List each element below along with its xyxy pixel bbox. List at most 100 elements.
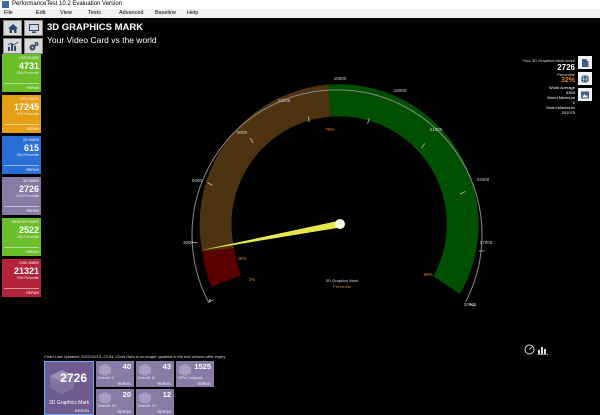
tile-name: DirectX 9 (98, 376, 114, 380)
monitor-icon (28, 23, 39, 33)
tile-name: 3D Graphics Mark (49, 400, 90, 406)
score-stats: Your 3D Graphics Mark score 2726 Percent… (490, 58, 575, 115)
percentile-value: 32% (560, 77, 575, 84)
tile-directx11[interactable]: 43 DirectX 11 RERUN (136, 361, 174, 387)
gauge-band-red (202, 248, 242, 287)
gauge-tick-label: 9000 (237, 130, 248, 135)
cube-icon (139, 364, 151, 376)
rerun-button[interactable]: RERUN (26, 291, 39, 295)
tile-value: 12 (162, 390, 171, 399)
gauge-band-green (328, 84, 479, 294)
rerun-button[interactable]: RERUN (26, 127, 39, 131)
bar-chart-icon (537, 347, 548, 355)
menu-file[interactable]: File (4, 9, 13, 18)
document-icon (582, 58, 589, 67)
card-divider (4, 247, 39, 248)
card-name: 2D MARK (23, 138, 39, 142)
cube-icon (139, 392, 151, 404)
menu-bar: File Edit View Tests Advanced Baseline H… (0, 9, 600, 18)
sidebar-card-memory[interactable]: MEMORY MARK 2522 46th Percentile RERUN (2, 218, 41, 256)
rerun-button[interactable]: RERUN (26, 250, 39, 254)
system-info-button[interactable] (24, 20, 43, 36)
menu-tests[interactable]: Tests (88, 9, 101, 18)
web-compare-button[interactable] (578, 72, 592, 85)
gauge-percent-label: 1% (249, 277, 256, 282)
rerun-button[interactable]: RERUN (157, 382, 171, 386)
cube-icon (179, 364, 191, 376)
gauge-tick-label: 15000 (334, 76, 347, 81)
gauge-center-label: 3D Graphics Mark (326, 278, 358, 283)
rerun-button[interactable]: RERUN (197, 382, 211, 386)
rerun-button[interactable]: RERUN (117, 410, 131, 414)
gauge-percent-label: 99% (423, 272, 432, 277)
tile-value: 20 (122, 390, 131, 399)
card-percentile: 53rd Percentile (16, 153, 39, 157)
tile-directx9[interactable]: 40 DirectX 9 RERUN (96, 361, 134, 387)
bar-chart-button[interactable] (537, 342, 549, 360)
tile-directx12[interactable]: 12 DirectX 12 RERUN (136, 389, 174, 415)
cube-icon (99, 364, 111, 376)
gears-icon (29, 41, 38, 50)
menu-advanced[interactable]: Advanced (119, 9, 143, 18)
speed-button[interactable] (524, 342, 535, 360)
globe-icon (581, 74, 589, 83)
gauge-tick-label: 18000 (394, 88, 407, 93)
graph-button[interactable] (3, 38, 22, 54)
gauge-tick-label: 12000 (278, 98, 291, 103)
image-icon (581, 91, 589, 98)
sidebar-card-3d[interactable]: 3D MARK 2726 32nd Percentile RERUN (2, 177, 41, 215)
card-divider (4, 288, 39, 289)
tile-name: DirectX 11 (138, 376, 156, 380)
cube-icon (99, 392, 111, 404)
tile-value: 2726 (60, 371, 87, 385)
gauge-tick-label: 27000 (480, 240, 493, 245)
card-name: 3D MARK (23, 179, 39, 183)
sidebar-card-2d[interactable]: 2D MARK 615 53rd Percentile RERUN (2, 136, 41, 174)
tile-gpu-compute[interactable]: 1525 GPU Compute RERUN (176, 361, 214, 387)
save-results-button[interactable] (578, 56, 592, 69)
card-divider (4, 124, 39, 125)
app-icon (2, 1, 9, 8)
sidebar-card-disk[interactable]: DISK MARK 21321 97th Percentile RERUN (2, 259, 41, 297)
card-percentile: 32nd Percentile (16, 194, 39, 198)
score-value: 2726 (557, 63, 575, 72)
menu-edit[interactable]: Edit (36, 9, 45, 18)
card-percentile: 85th Percentile (17, 71, 39, 75)
rerun-button[interactable]: RERUN (117, 382, 131, 386)
card-divider (4, 83, 39, 84)
sidebar-card-cpu[interactable]: CPU MARK 17245 67th Percentile RERUN (2, 95, 41, 133)
world-maximum-value: 201075 (561, 110, 575, 115)
main-area: 3D GRAPHICS MARK Your Video Card vs the … (0, 18, 600, 415)
tile-name: DirectX 10 (98, 404, 116, 408)
card-name: PASSMARK (19, 56, 39, 60)
tile-directx10[interactable]: 20 DirectX 10 RERUN (96, 389, 134, 415)
sidebar-card-passmark[interactable]: PASSMARK 4731 85th Percentile RERUN (2, 54, 41, 92)
tile-value: 1525 (194, 362, 211, 371)
title-bar: PerformanceTest 10.2 Evaluation Version (0, 0, 600, 9)
settings-button[interactable] (24, 38, 43, 54)
menu-baseline[interactable]: Baseline (155, 9, 176, 18)
gauge-hub (335, 219, 345, 229)
menu-help[interactable]: Help (187, 9, 198, 18)
rerun-button[interactable]: RERUN (26, 86, 39, 90)
rerun-button[interactable]: RERUN (75, 408, 89, 413)
card-divider (4, 165, 39, 166)
card-name: MEMORY MARK (11, 220, 39, 224)
rerun-button[interactable]: RERUN (26, 168, 39, 172)
card-percentile: 46th Percentile (17, 235, 39, 239)
tile-3d-graphics-mark[interactable]: 2726 3D Graphics Mark RERUN (44, 361, 94, 415)
rerun-button[interactable]: RERUN (157, 410, 171, 414)
menu-view[interactable]: View (60, 9, 72, 18)
tile-value: 40 (122, 362, 131, 371)
gauge-percent-label: 25% (237, 256, 246, 261)
rerun-button[interactable]: RERUN (26, 209, 39, 213)
tile-value: 43 (162, 362, 171, 371)
window-title: PerformanceTest 10.2 Evaluation Version (12, 1, 123, 7)
tile-name: DirectX 12 (138, 404, 156, 408)
gauge-band-brown (199, 84, 332, 252)
export-image-button[interactable] (578, 88, 592, 101)
home-button[interactable] (3, 20, 22, 36)
gauge-tick-label: 24000 (477, 177, 490, 182)
chart-update-note: Chart Last Updated: 2022/10/15, 23:04. C… (44, 354, 226, 359)
card-value: 615 (23, 143, 39, 153)
